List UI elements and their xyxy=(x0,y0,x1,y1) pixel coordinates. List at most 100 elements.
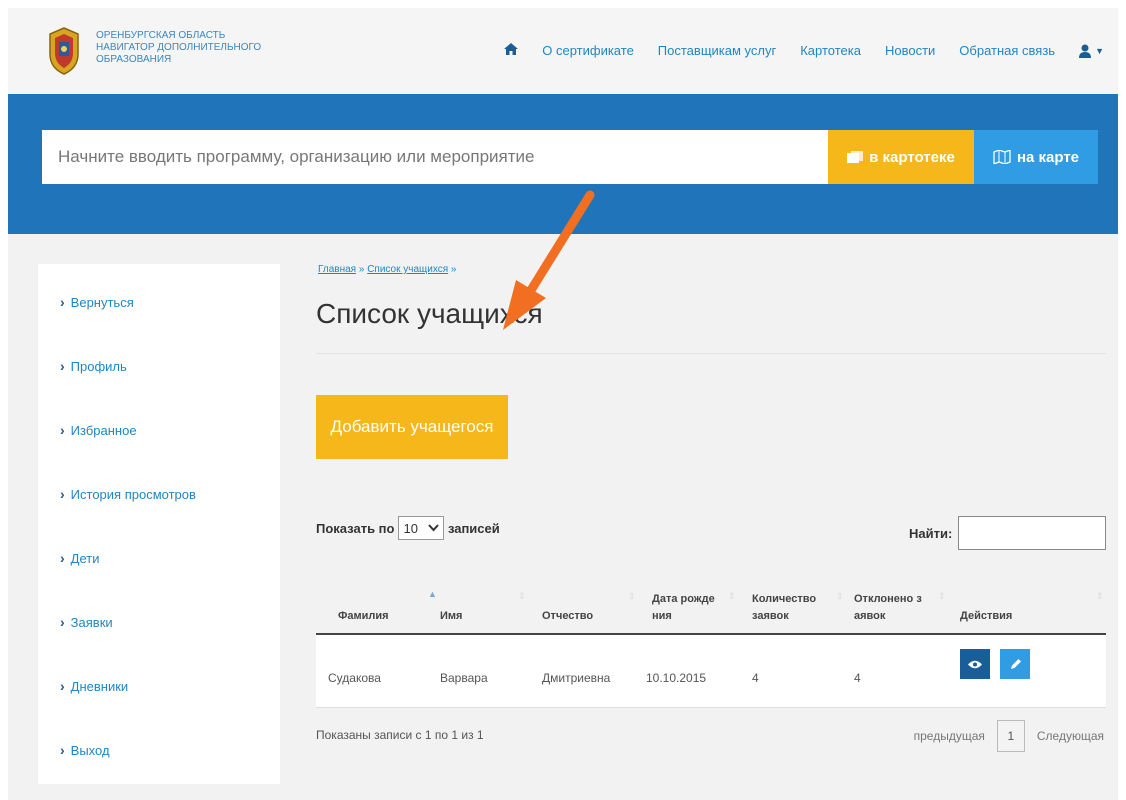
pencil-icon xyxy=(1010,658,1021,669)
title-divider xyxy=(316,353,1106,354)
page-size-prefix: Показать по xyxy=(316,520,395,536)
column-header-name[interactable]: Имя xyxy=(440,608,462,625)
caret-down-icon: ▼ xyxy=(1095,45,1104,56)
brand-line-3: ОБРАЗОВАНИЯ xyxy=(96,54,172,65)
chevron-right-icon: › xyxy=(60,550,65,566)
sidebar-item-label: Вернуться xyxy=(70,294,134,310)
table-search-input[interactable] xyxy=(958,516,1107,550)
search-catalog-label: в картотеке xyxy=(869,148,955,166)
sort-icon: ⇕ xyxy=(518,591,526,601)
table-header: Фамилия ▲ Имя ⇕ Отчество ⇕ Дата рожде ния… xyxy=(316,563,1106,635)
main-nav: О сертификате Поставщикам услуг Картотек… xyxy=(480,43,1104,58)
sort-icon: ⇕ xyxy=(938,591,946,601)
search-band: в картотеке на карте xyxy=(8,94,1118,234)
chevron-right-icon: › xyxy=(60,678,65,694)
nav-link-feedback[interactable]: Обратная связь xyxy=(959,43,1055,58)
chevron-right-icon: › xyxy=(60,614,65,630)
eye-icon xyxy=(968,660,982,668)
sidebar-item-diaries[interactable]: › Дневники xyxy=(60,678,128,694)
column-header-birthdate[interactable]: Дата рожде ния xyxy=(652,591,715,625)
chevron-right-icon: › xyxy=(60,358,65,374)
filter-label: Найти: xyxy=(909,525,953,541)
students-table: Фамилия ▲ Имя ⇕ Отчество ⇕ Дата рожде ния… xyxy=(316,563,1106,708)
site-brand[interactable]: ОРЕНБУРГСКАЯ ОБЛАСТЬ НАВИГАТОР ДОПОЛНИТЕ… xyxy=(96,30,276,66)
table-filter: Найти: xyxy=(909,516,1107,550)
brand-line-2: НАВИГАТОР ДОПОЛНИТЕЛЬНОГО xyxy=(96,42,262,53)
edit-button[interactable] xyxy=(1000,649,1030,679)
column-header-label-line-1: Отклонено з xyxy=(854,593,922,605)
column-header-surname[interactable]: Фамилия xyxy=(338,608,389,625)
sort-asc-icon: ▲ xyxy=(428,589,437,599)
top-header: ОРЕНБУРГСКАЯ ОБЛАСТЬ НАВИГАТОР ДОПОЛНИТЕ… xyxy=(8,8,1118,94)
pagination: предыдущая 1 Следующая xyxy=(914,720,1104,752)
user-icon xyxy=(1079,44,1092,58)
search-input[interactable] xyxy=(42,130,828,184)
sidebar-item-requests[interactable]: › Заявки xyxy=(60,614,113,630)
column-header-requests[interactable]: Количество заявок xyxy=(752,591,816,625)
page-size-select[interactable]: 10 xyxy=(398,516,444,540)
column-header-label-line-1: Количество xyxy=(752,593,817,605)
chevron-right-icon: › xyxy=(60,294,65,310)
sidebar-item-label: Дневники xyxy=(70,678,129,694)
sort-icon: ⇕ xyxy=(628,591,636,601)
nav-link-certificate[interactable]: О сертификате xyxy=(542,43,634,58)
search-catalog-button[interactable]: в картотеке xyxy=(828,130,974,184)
sidebar-item-label: Выход xyxy=(70,742,110,758)
breadcrumb-separator: » xyxy=(358,264,365,275)
breadcrumb-separator: » xyxy=(450,264,457,275)
search-map-label: на карте xyxy=(1016,148,1080,166)
breadcrumb-current-link[interactable]: Список учащихся xyxy=(367,264,448,275)
nav-link-news[interactable]: Новости xyxy=(885,43,935,58)
sidebar: › Вернуться › Профиль › Избранное › История … xyxy=(38,264,280,784)
brand-line-1: ОРЕНБУРГСКАЯ ОБЛАСТЬ xyxy=(96,30,226,41)
column-header-label: Отчество xyxy=(542,610,594,622)
sidebar-item-label: Заявки xyxy=(70,614,113,630)
column-header-actions[interactable]: Действия xyxy=(960,608,1012,625)
sidebar-item-back[interactable]: › Вернуться xyxy=(60,294,134,310)
sidebar-item-label: Профиль xyxy=(70,358,127,374)
sidebar-item-label: Избранное xyxy=(70,422,137,438)
view-button[interactable] xyxy=(960,649,990,679)
user-menu[interactable]: ▼ xyxy=(1079,44,1104,58)
breadcrumb: Главная » Список учащихся » xyxy=(318,264,456,275)
cell-rejected: 4 xyxy=(854,671,861,685)
sort-icon: ⇕ xyxy=(836,591,844,601)
nav-link-catalog[interactable]: Картотека xyxy=(800,43,861,58)
chevron-down-icon xyxy=(428,524,439,532)
cell-requests: 4 xyxy=(752,671,759,685)
sidebar-item-favorites[interactable]: › Избранное xyxy=(60,422,137,438)
page-title: Список учащихся xyxy=(316,298,543,329)
pagination-next[interactable]: Следующая xyxy=(1037,729,1104,743)
column-header-patronymic[interactable]: Отчество xyxy=(542,608,593,625)
chevron-right-icon: › xyxy=(60,742,65,758)
sidebar-item-children[interactable]: › Дети xyxy=(60,550,100,566)
cell-birthdate: 10.10.2015 xyxy=(646,671,707,685)
search-map-button[interactable]: на карте xyxy=(974,130,1098,184)
sort-icon: ⇕ xyxy=(1096,591,1104,601)
column-header-label: Имя xyxy=(440,610,463,622)
map-icon xyxy=(993,150,1011,164)
pagination-page-1[interactable]: 1 xyxy=(996,720,1025,752)
table-row: Судакова Варвара Дмитриевна 10.10.2015 4… xyxy=(316,635,1106,708)
sidebar-item-label: История просмотров xyxy=(70,486,196,502)
sidebar-item-logout[interactable]: › Выход xyxy=(60,742,110,758)
nav-link-providers[interactable]: Поставщикам услуг xyxy=(658,43,776,58)
page: ОРЕНБУРГСКАЯ ОБЛАСТЬ НАВИГАТОР ДОПОЛНИТЕ… xyxy=(8,8,1118,800)
column-header-rejected[interactable]: Отклонено з аявок xyxy=(854,591,922,625)
sidebar-item-history[interactable]: › История просмотров xyxy=(60,486,196,502)
add-student-button[interactable]: Добавить учащегося xyxy=(316,395,508,459)
page-size-value: 10 xyxy=(403,520,418,536)
chevron-right-icon: › xyxy=(60,422,65,438)
home-icon[interactable] xyxy=(504,43,519,58)
column-header-label-line-2: заявок xyxy=(752,610,789,622)
column-header-label: Фамилия xyxy=(338,610,389,622)
coat-of-arms-logo[interactable] xyxy=(44,26,84,76)
chevron-right-icon: › xyxy=(60,486,65,502)
pagination-prev[interactable]: предыдущая xyxy=(914,729,985,743)
breadcrumb-home-link[interactable]: Главная xyxy=(318,264,356,275)
sidebar-item-profile[interactable]: › Профиль xyxy=(60,358,127,374)
catalog-icon xyxy=(847,150,864,163)
page-size-control: Показать по 10 записей xyxy=(316,516,500,540)
table-info: Показаны записи с 1 по 1 из 1 xyxy=(316,728,484,742)
column-header-label-line-2: аявок xyxy=(854,610,886,622)
